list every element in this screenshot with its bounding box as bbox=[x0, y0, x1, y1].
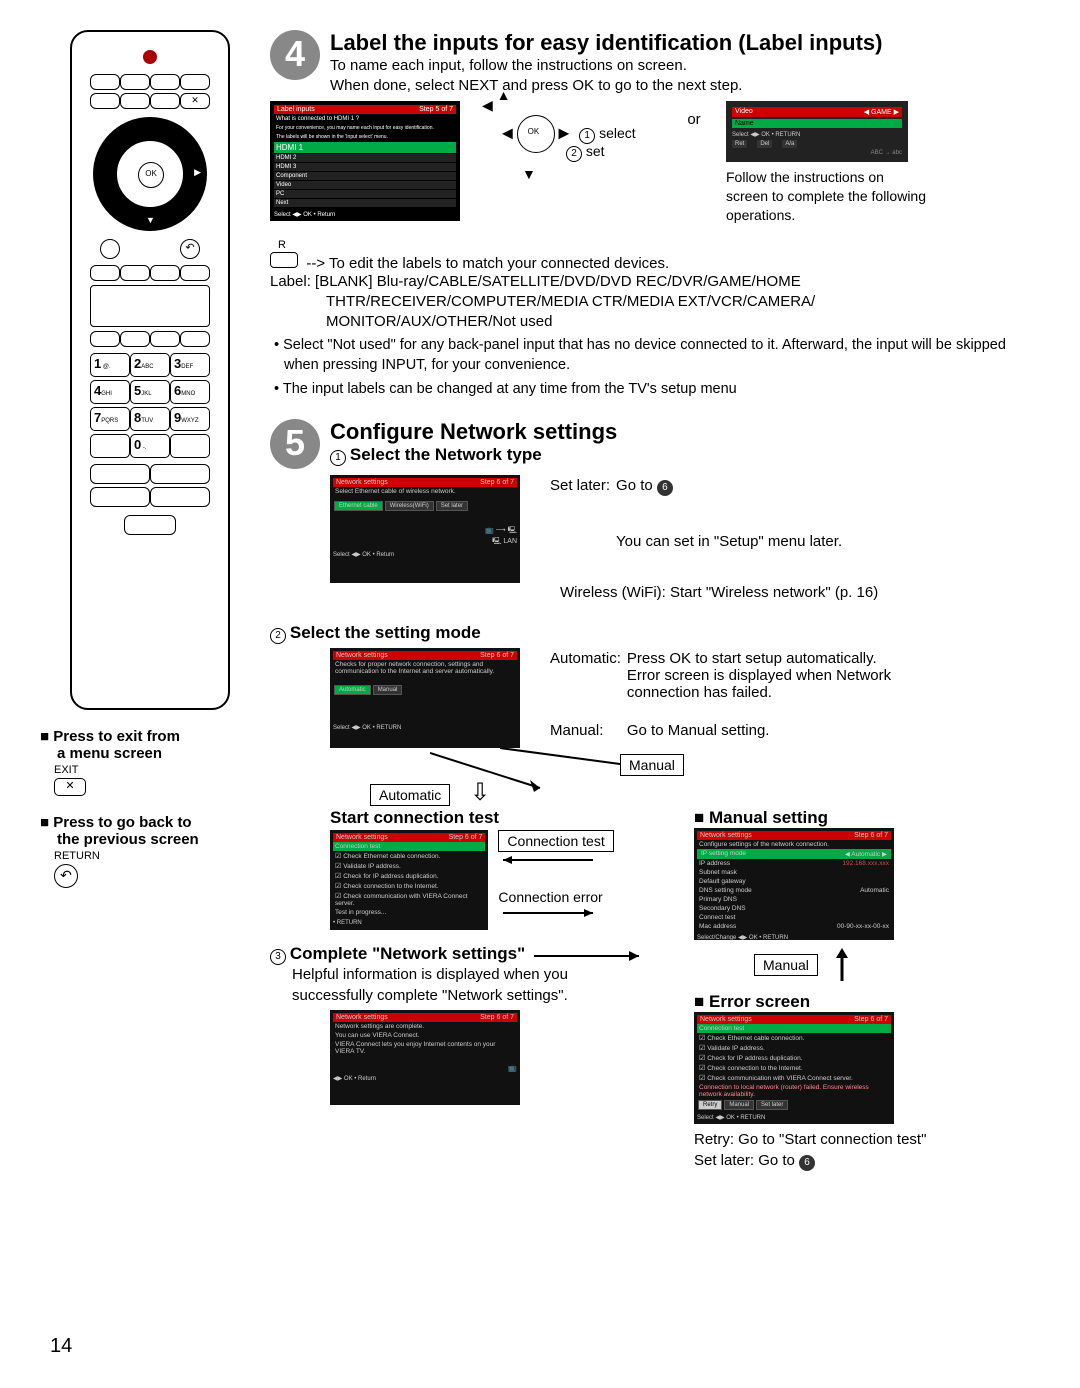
return-icon: ↶ bbox=[54, 864, 78, 888]
exit-hint-title-2: a menu screen bbox=[40, 745, 260, 762]
step-4-badge: 4 bbox=[270, 30, 320, 80]
manual-label: Manual: bbox=[550, 722, 627, 748]
exit-label: EXIT bbox=[54, 764, 260, 776]
osd-keyboard-screen: Video◀ GAME ▶ Name Select ◀▶ OK • RETURN… bbox=[726, 101, 908, 162]
setting-mode-screen: Network settingsStep 6 of 7 Checks for p… bbox=[330, 648, 520, 748]
conn-error-label: Connection error bbox=[498, 889, 680, 905]
step-5-title: Configure Network settings bbox=[270, 419, 1040, 445]
network-type-screen: Network settingsStep 6 of 7 Select Ether… bbox=[330, 475, 520, 583]
return-hint-title: ■ Press to go back to bbox=[40, 814, 260, 831]
exit-button bbox=[180, 93, 210, 109]
label-list-2: THTR/RECEIVER/COMPUTER/MEDIA CTR/MEDIA E… bbox=[270, 292, 1040, 312]
remote-keypad: 1 @.2ABC3DEF 4GHI5JKL6MNO 7PQRS8TUV9WXYZ… bbox=[88, 353, 212, 458]
r-line: --> To edit the labels to match your con… bbox=[306, 255, 669, 272]
sub3-l1: Helpful information is displayed when yo… bbox=[292, 965, 680, 985]
label-list-3: MONITOR/AUX/OTHER/Not used bbox=[270, 312, 1040, 332]
start-test-title: Start connection test bbox=[330, 808, 680, 828]
conntest-box: Connection test bbox=[498, 830, 613, 852]
return-button bbox=[180, 239, 200, 259]
connection-test-screen: Network settingsStep 6 of 7 Connection t… bbox=[330, 830, 488, 930]
select-label: select bbox=[599, 125, 636, 141]
label-inputs-screen: Label inputsStep 5 of 7 What is connecte… bbox=[270, 101, 460, 221]
sub3-l2: successfully complete "Network settings"… bbox=[292, 986, 680, 1006]
setlater-note: You can set in "Setup" menu later. bbox=[616, 533, 848, 583]
auto-label: Automatic: bbox=[550, 650, 627, 722]
auto-desc: Press OK to start setup automatically. E… bbox=[627, 650, 913, 722]
label-list-1: Label: [BLANK] Blu-ray/CABLE/SATELLITE/D… bbox=[270, 272, 1040, 292]
step-4-line1: To name each input, follow the instructi… bbox=[270, 56, 1040, 76]
retry-note: Retry: Go to "Start connection test" bbox=[694, 1130, 1040, 1150]
error-screen: Network settingsStep 6 of 7 Connection t… bbox=[694, 1012, 894, 1124]
step-4-line2: When done, select NEXT and press OK to g… bbox=[270, 76, 1040, 96]
exit-icon: ✕ bbox=[54, 778, 86, 796]
manual-setting-title: ■ Manual setting bbox=[694, 808, 1040, 828]
sub2: Select the setting mode bbox=[290, 623, 481, 642]
ok-button: OK bbox=[138, 162, 164, 188]
exit-hint-title: ■ Press to exit from bbox=[40, 728, 260, 745]
setlater-note-2: Set later: Go to bbox=[694, 1152, 799, 1169]
bullet-1: • Select "Not used" for any back-panel i… bbox=[270, 336, 1040, 375]
error-screen-title: ■ Error screen bbox=[694, 992, 1040, 1012]
remote-illustration: OK ▲▼◀▶ 1 @.2ABC3DEF 4GHI5JKL6MNO 7PQRS8… bbox=[70, 30, 230, 710]
manual-desc: Go to Manual setting. bbox=[627, 722, 913, 748]
manual-setting-screen: Network settingsStep 6 of 7 Configure se… bbox=[694, 828, 894, 940]
r-label: R bbox=[278, 239, 286, 251]
follow-note: Follow the instructions on screen to com… bbox=[726, 168, 926, 225]
step-4-title: Label the inputs for easy identification… bbox=[270, 30, 1040, 56]
remote-dpad: OK ▲▼◀▶ bbox=[93, 117, 207, 231]
or-label: or bbox=[674, 101, 714, 128]
set-label: set bbox=[586, 143, 605, 159]
return-label: RETURN bbox=[54, 850, 260, 862]
complete-screen: Network settingsStep 6 of 7 Network sett… bbox=[330, 1010, 520, 1105]
automatic-box: Automatic bbox=[370, 784, 450, 806]
sub3: Complete "Network settings" bbox=[290, 944, 525, 963]
page-number: 14 bbox=[50, 1335, 72, 1358]
bullet-2: • The input labels can be changed at any… bbox=[270, 380, 1040, 400]
remote-led bbox=[143, 50, 157, 64]
step-5-badge: 5 bbox=[270, 419, 320, 469]
wifi-note: Wireless (WiFi): Start "Wireless network… bbox=[560, 583, 1040, 603]
return-hint-title-2: the previous screen bbox=[40, 831, 260, 848]
dpad-icon bbox=[517, 115, 555, 153]
setlater-label: Set later: bbox=[550, 477, 616, 533]
manual-box-2: Manual bbox=[754, 954, 818, 976]
sub1: Select the Network type bbox=[350, 445, 542, 464]
